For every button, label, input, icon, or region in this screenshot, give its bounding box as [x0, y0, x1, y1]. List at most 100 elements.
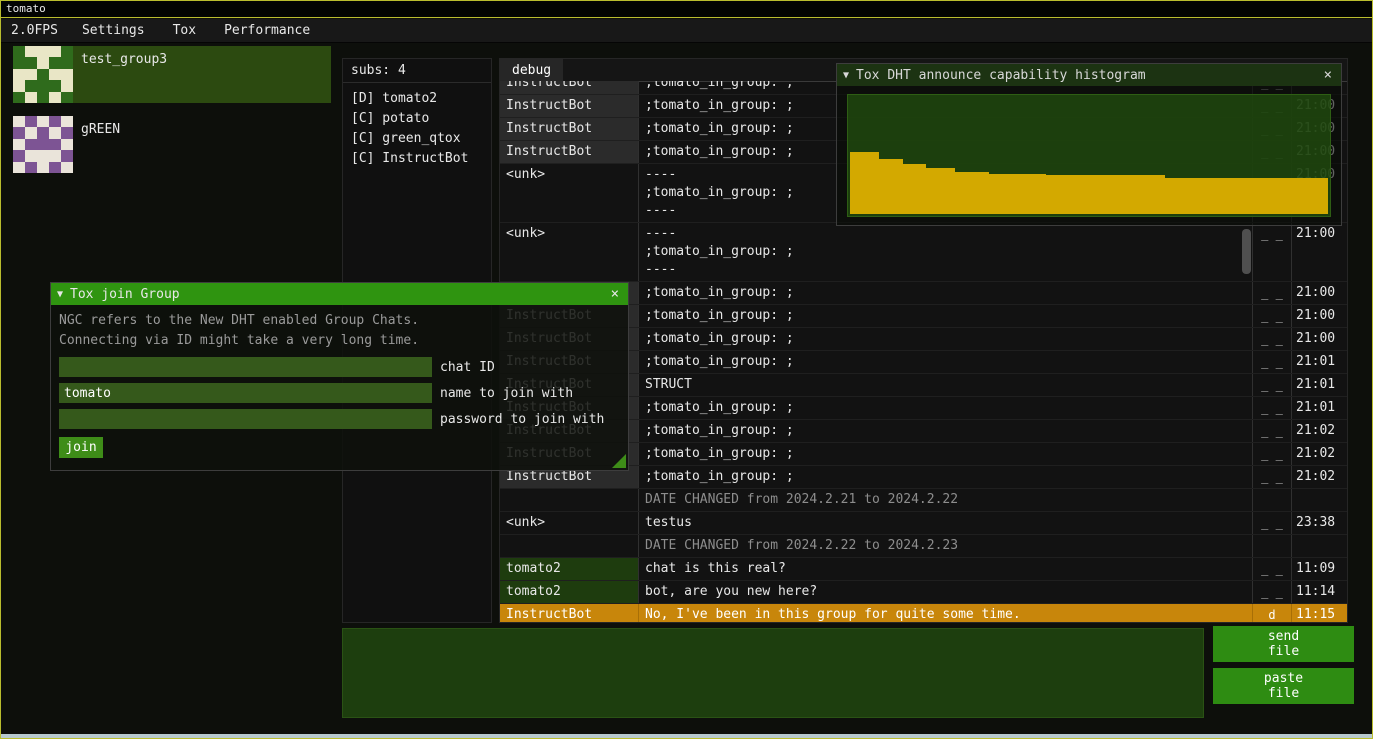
join-window-title: Tox join Group — [70, 287, 601, 302]
avatar-pixel — [61, 127, 73, 138]
menu-bar: 2.0FPS SettingsToxPerformance — [1, 19, 1372, 43]
message-line: chat is this real? — [645, 560, 1246, 578]
message-cell: ;tomato_in_group: ; — [639, 420, 1253, 442]
message-cell: ;tomato_in_group: ; — [639, 466, 1253, 488]
avatar-pixel — [25, 80, 37, 91]
receipt-status-cell: _ _ — [1253, 374, 1292, 396]
join-field-row: password to join with — [59, 409, 620, 429]
member-item[interactable]: [C] green_qtox — [351, 129, 483, 149]
timestamp-cell: 21:00 — [1292, 328, 1347, 350]
message-line: testus — [645, 514, 1246, 532]
message-line: No, I've been in this group for quite so… — [645, 606, 1246, 622]
avatar-pixel — [49, 150, 61, 161]
avatar-pixel — [61, 150, 73, 161]
message-cell: ;tomato_in_group: ; — [639, 305, 1253, 327]
avatar-pixel — [13, 116, 25, 127]
chat-message-row[interactable]: tomato2chat is this real?_ _11:09 — [500, 558, 1347, 581]
histogram-plot[interactable] — [847, 94, 1331, 217]
message-cell: ----;tomato_in_group: ;---- — [639, 223, 1253, 281]
close-icon[interactable]: × — [1321, 67, 1335, 83]
join-info-line: NGC refers to the New DHT enabled Group … — [59, 311, 620, 331]
timestamp-cell: 23:38 — [1292, 512, 1347, 534]
avatar-pixel — [49, 80, 61, 91]
message-cell: ;tomato_in_group: ; — [639, 351, 1253, 373]
chat-date-row[interactable]: DATE CHANGED from 2024.2.21 to 2024.2.22 — [500, 489, 1347, 512]
menu-item-settings[interactable]: Settings — [68, 19, 159, 42]
histogram-bar — [1046, 175, 1166, 214]
collapse-icon[interactable]: ▼ — [843, 70, 849, 81]
join-name-input[interactable] — [59, 383, 432, 403]
receipt-status-cell: _ _ — [1253, 223, 1292, 281]
histogram-bar — [879, 159, 903, 214]
send-file-button[interactable]: send file — [1213, 626, 1354, 662]
message-cell: DATE CHANGED from 2024.2.22 to 2024.2.23 — [639, 535, 1253, 557]
bottom-edge-strip — [1, 734, 1372, 738]
histogram-window-title-bar[interactable]: ▼ Tox DHT announce capability histogram … — [837, 64, 1341, 86]
chat-date-row[interactable]: DATE CHANGED from 2024.2.22 to 2024.2.23 — [500, 535, 1347, 558]
message-line: ;tomato_in_group: ; — [645, 422, 1246, 440]
close-icon[interactable]: × — [608, 286, 622, 302]
collapse-icon[interactable]: ▼ — [57, 289, 63, 300]
receipt-status-cell: _ _ — [1253, 397, 1292, 419]
avatar-pixel — [13, 80, 25, 91]
group-name: gREEN — [81, 122, 323, 137]
timestamp-cell — [1292, 535, 1347, 557]
message-line: ;tomato_in_group: ; — [645, 468, 1246, 486]
menu-item-performance[interactable]: Performance — [210, 19, 324, 42]
join-window-title-bar[interactable]: ▼ Tox join Group × — [51, 283, 628, 305]
composer-input[interactable] — [342, 628, 1204, 718]
sender-name-cell: InstructBot — [500, 81, 639, 94]
chat-scrollbar[interactable] — [1242, 229, 1251, 274]
message-cell: DATE CHANGED from 2024.2.21 to 2024.2.22 — [639, 489, 1253, 511]
message-cell: bot, are you new here? — [639, 581, 1253, 603]
message-cell: ;tomato_in_group: ; — [639, 328, 1253, 350]
menu-item-tox[interactable]: Tox — [159, 19, 210, 42]
message-cell: ;tomato_in_group: ; — [639, 397, 1253, 419]
paste-file-label-line2: file — [1268, 686, 1299, 701]
avatar-pixel — [13, 69, 25, 80]
avatar-pixel — [37, 69, 49, 80]
message-cell: testus — [639, 512, 1253, 534]
timestamp-cell: 21:02 — [1292, 443, 1347, 465]
histogram-bars — [850, 97, 1328, 214]
send-file-label-line2: file — [1268, 644, 1299, 659]
sender-name-cell: InstructBot — [500, 118, 639, 140]
member-list: [D] tomato2[C] potato[C] green_qtox[C] I… — [343, 83, 491, 175]
chat-message-row[interactable]: tomato2bot, are you new here?_ _11:14 — [500, 581, 1347, 604]
tab-debug[interactable]: debug — [500, 59, 563, 81]
chat-message-row[interactable]: InstructBotNo, I've been in this group f… — [500, 604, 1347, 622]
avatar-pixel — [37, 139, 49, 150]
member-item[interactable]: [C] potato — [351, 109, 483, 129]
join-window-body: NGC refers to the New DHT enabled Group … — [51, 305, 628, 470]
paste-file-button[interactable]: paste file — [1213, 668, 1354, 704]
histogram-bar — [926, 168, 955, 214]
window-title: tomato — [6, 2, 46, 15]
avatar-pixel — [49, 69, 61, 80]
message-cell: STRUCT — [639, 374, 1253, 396]
avatar-pixel — [13, 46, 25, 57]
histogram-window-title: Tox DHT announce capability histogram — [856, 68, 1314, 83]
chat-message-row[interactable]: <unk>----;tomato_in_group: ;----_ _21:00 — [500, 223, 1347, 282]
join-button[interactable]: join — [59, 437, 103, 458]
join-password-input[interactable] — [59, 409, 432, 429]
join-field-label: password to join with — [440, 412, 604, 427]
sender-name-cell: <unk> — [500, 512, 639, 534]
fps-counter: 2.0FPS — [1, 19, 68, 42]
sender-name-cell: <unk> — [500, 164, 639, 222]
avatar-pixel — [61, 57, 73, 68]
resize-grip[interactable] — [612, 454, 626, 468]
histogram-window: ▼ Tox DHT announce capability histogram … — [836, 63, 1342, 226]
sidebar-group-test_group3[interactable]: test_group3 — [13, 46, 331, 103]
chat-message-row[interactable]: <unk>testus_ _23:38 — [500, 512, 1347, 535]
member-item[interactable]: [D] tomato2 — [351, 89, 483, 109]
avatar-pixel — [49, 57, 61, 68]
avatar-pixel — [13, 57, 25, 68]
message-line: ;tomato_in_group: ; — [645, 243, 1246, 261]
paste-file-label-line1: paste — [1264, 671, 1303, 686]
chat-id-input[interactable] — [59, 357, 432, 377]
avatar-pixel — [49, 139, 61, 150]
group-avatar — [13, 116, 73, 173]
member-item[interactable]: [C] InstructBot — [351, 149, 483, 169]
sidebar-group-gREEN[interactable]: gREEN — [13, 116, 331, 173]
message-cell: ;tomato_in_group: ; — [639, 443, 1253, 465]
